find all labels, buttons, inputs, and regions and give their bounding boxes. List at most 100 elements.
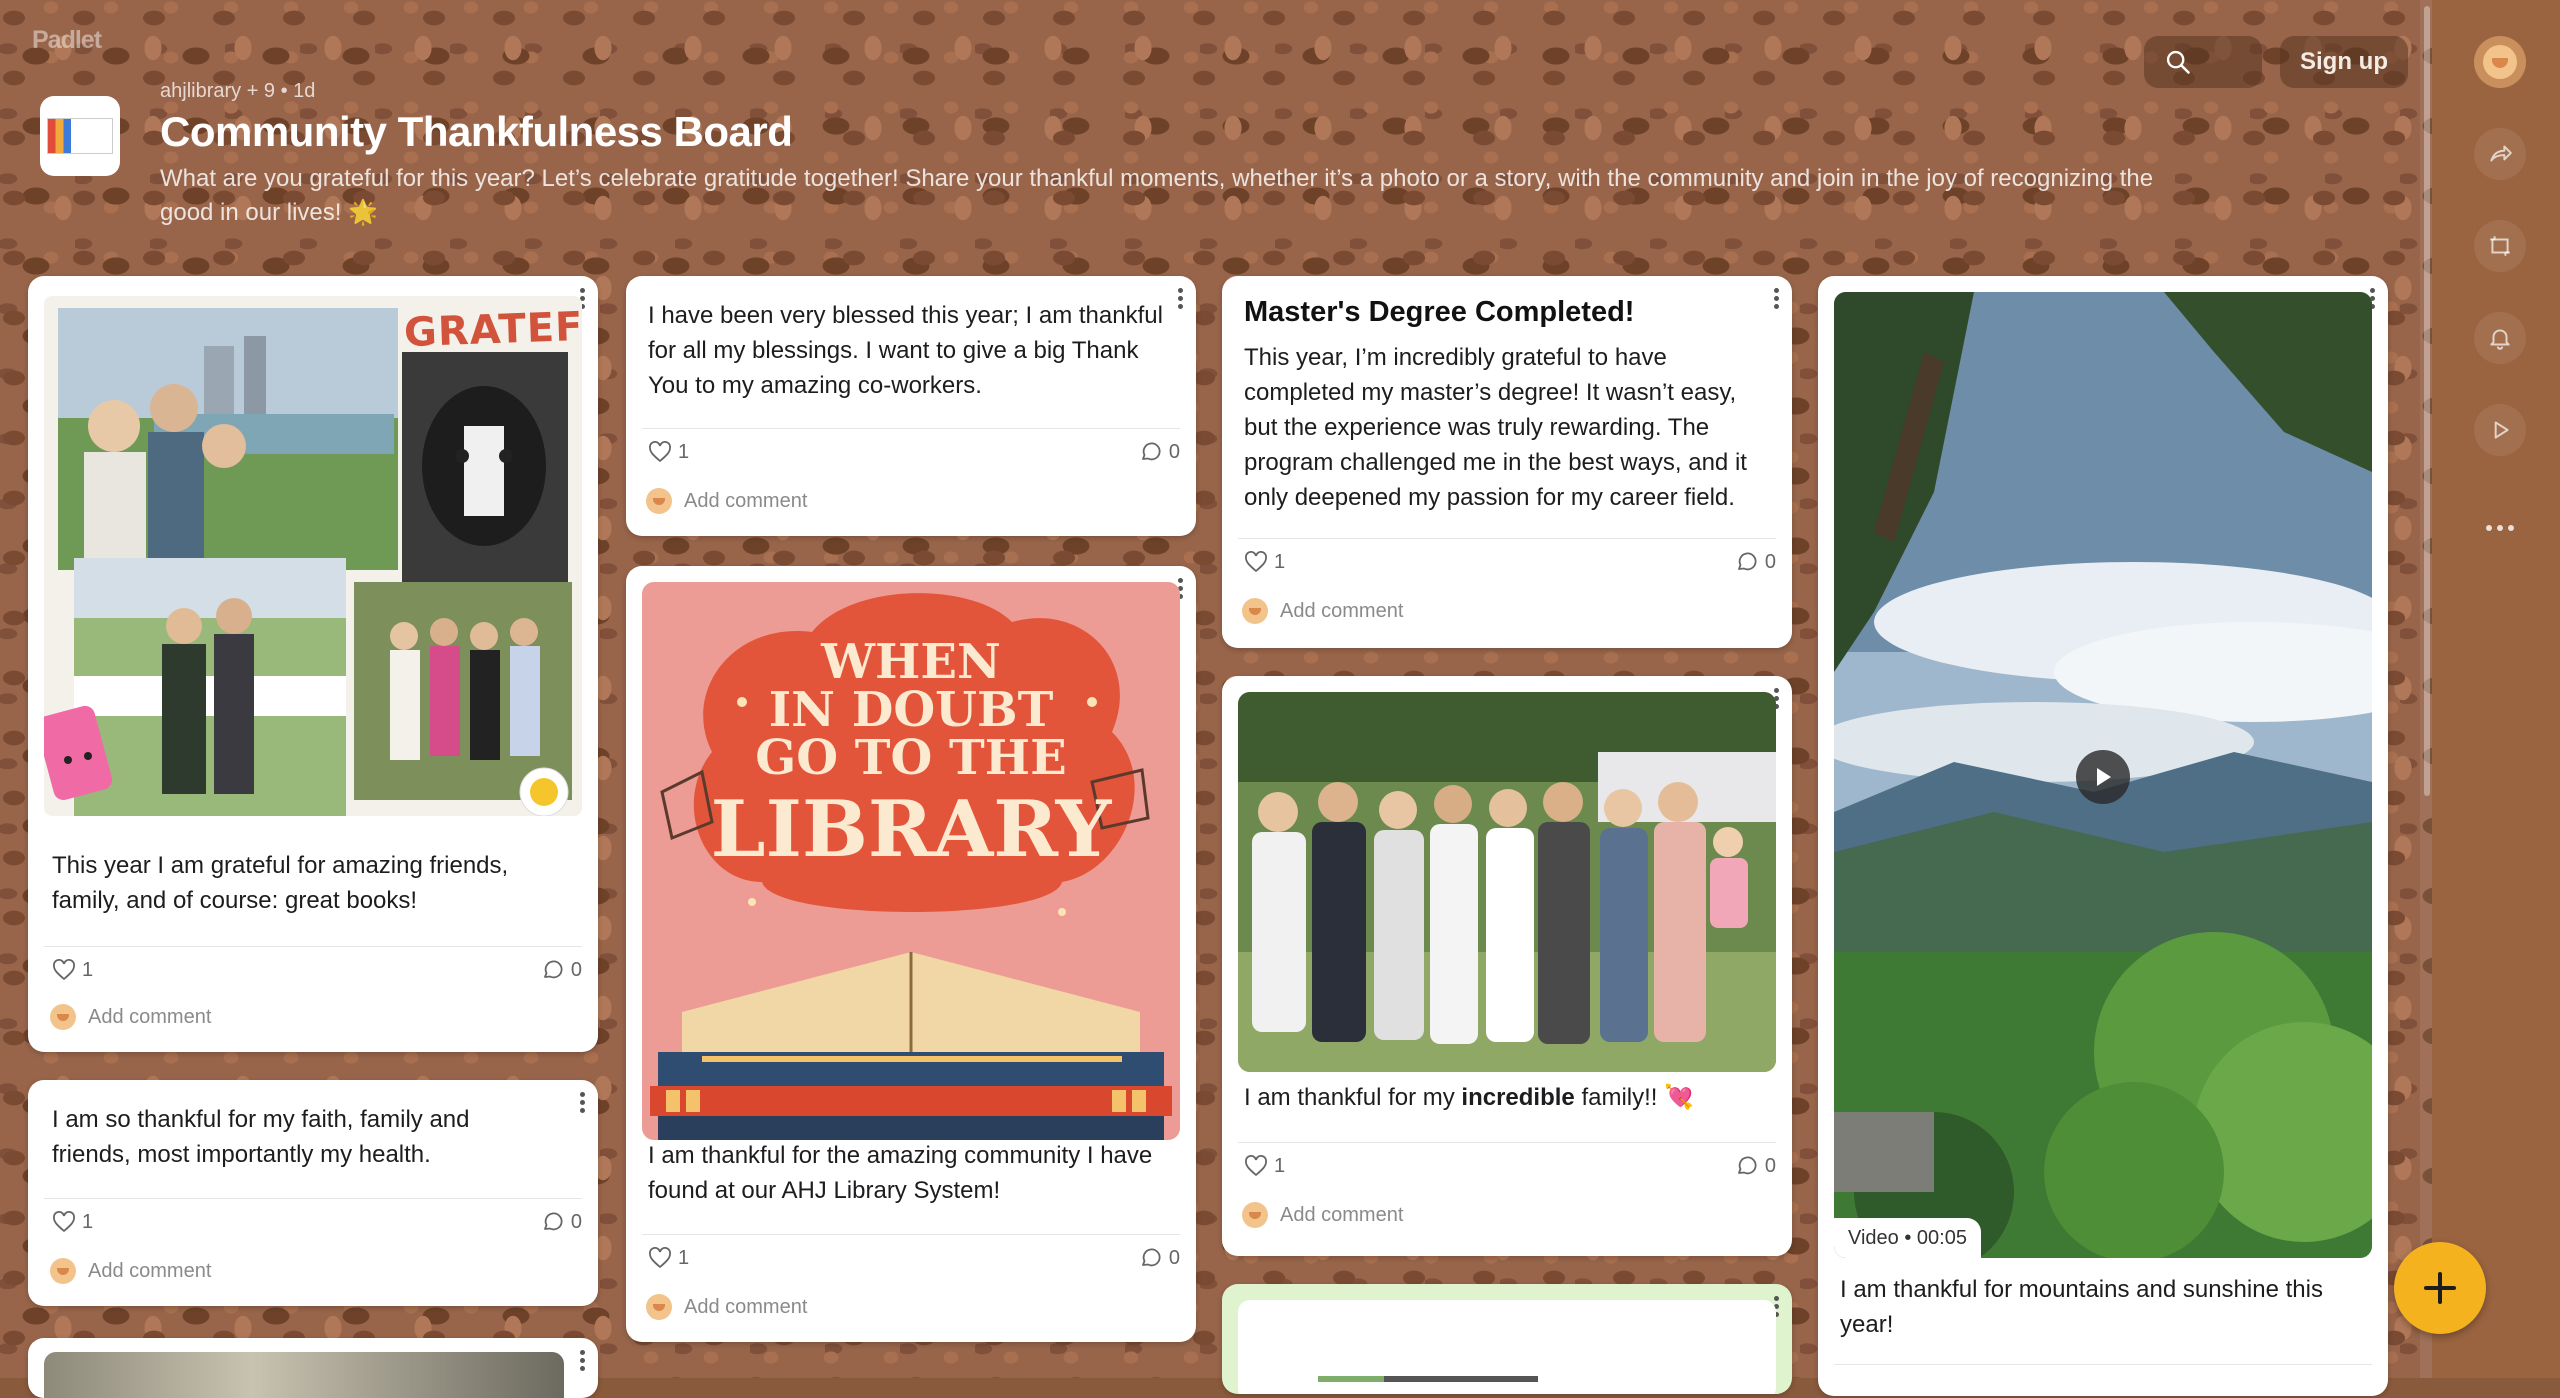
sign-up-button[interactable]: Sign up	[2280, 36, 2408, 88]
add-comment-input[interactable]: Add comment	[88, 1006, 211, 1029]
post-text: This year I am grateful for amazing frie…	[52, 852, 509, 914]
more-button[interactable]	[2474, 502, 2526, 554]
comment-icon	[543, 960, 563, 979]
post-card[interactable]	[28, 1338, 598, 1398]
avatar	[646, 1294, 672, 1320]
like-count: 1	[678, 1246, 690, 1269]
add-comment-input[interactable]: Add comment	[88, 1260, 211, 1283]
comment-icon	[1141, 442, 1161, 461]
divider	[642, 1234, 1180, 1235]
post-menu-icon[interactable]	[1176, 288, 1184, 309]
heart-icon	[1245, 551, 1267, 573]
post-menu-icon[interactable]	[578, 1092, 586, 1113]
add-comment-row[interactable]: Add comment	[646, 488, 807, 514]
like-button[interactable]: 1	[648, 440, 689, 464]
post-body	[1238, 1300, 1776, 1394]
post-text-bold: incredible	[1461, 1084, 1575, 1111]
comment-count-button[interactable]: 0	[1139, 1246, 1180, 1270]
like-count: 1	[1274, 550, 1286, 573]
add-comment-input[interactable]: Add comment	[684, 490, 807, 513]
add-comment-input[interactable]: Add comment	[1280, 600, 1403, 623]
post-text: I have been very blessed this year; I am…	[648, 302, 1163, 399]
like-count: 1	[82, 1210, 94, 1233]
avatar	[1242, 598, 1268, 624]
like-button[interactable]: 1	[648, 1246, 689, 1270]
divider	[1238, 1142, 1776, 1143]
play-icon	[2494, 421, 2509, 439]
post-card[interactable]: I am thankful for my incredible family!!…	[1222, 676, 1792, 1256]
divider	[1238, 538, 1776, 539]
remake-icon	[2490, 236, 2510, 256]
add-comment-row[interactable]: Add comment	[646, 1294, 807, 1320]
post-image-collage[interactable]: GRATEFUL	[44, 296, 582, 816]
library-logo-mark	[47, 118, 113, 154]
comment-count-button[interactable]: 0	[1139, 440, 1180, 464]
post-menu-icon[interactable]	[578, 1350, 586, 1371]
padlet-logo[interactable]: Padlet	[32, 26, 102, 55]
play-video-button[interactable]	[2076, 750, 2130, 804]
avatar	[1242, 1202, 1268, 1228]
add-post-button[interactable]	[2394, 1242, 2486, 1334]
heart-icon	[53, 1211, 75, 1233]
post-image[interactable]	[1238, 692, 1776, 1072]
share-icon	[2490, 145, 2512, 162]
post-card[interactable]: I have been very blessed this year; I am…	[626, 276, 1196, 536]
poster-line-3: GO TO THE	[755, 730, 1067, 786]
comment-count-button[interactable]: 0	[541, 958, 582, 982]
slideshow-button[interactable]	[2474, 404, 2526, 456]
like-button[interactable]: 1	[1244, 1154, 1285, 1178]
comment-icon	[1141, 1248, 1161, 1267]
divider	[44, 1198, 582, 1199]
poster-line-1: WHEN	[821, 634, 1001, 690]
add-comment-row[interactable]: Add comment	[1242, 598, 1403, 624]
post-image-edge	[1318, 1376, 1538, 1382]
add-comment-input[interactable]: Add comment	[1280, 1204, 1403, 1227]
add-comment-row[interactable]: Add comment	[50, 1004, 211, 1030]
scrollbar-thumb[interactable]	[2424, 6, 2430, 796]
add-comment-row[interactable]: Add comment	[50, 1258, 211, 1284]
add-comment-row[interactable]: Add comment	[1242, 1202, 1403, 1228]
comment-icon	[1737, 552, 1757, 571]
post-image-poster[interactable]: WHEN IN DOUBT GO TO THE LIBRARY	[642, 582, 1180, 1140]
like-button[interactable]: 1	[1244, 550, 1285, 574]
heart-icon	[649, 1247, 671, 1269]
bell-icon	[2490, 329, 2510, 350]
board-logo	[40, 96, 120, 176]
post-card[interactable]: Master's Degree Completed! This year, I’…	[1222, 276, 1792, 648]
post-card[interactable]: GRATEFUL This year I am grateful for ama…	[28, 276, 598, 1052]
post-card[interactable]: I am so thankful for my faith, family an…	[28, 1080, 598, 1306]
comment-count: 0	[1168, 1246, 1180, 1269]
post-text-part: I am thankful for my	[1244, 1084, 1462, 1111]
like-button[interactable]: 1	[52, 1210, 93, 1234]
search-icon	[2166, 50, 2190, 74]
comment-count-button[interactable]: 0	[541, 1210, 582, 1234]
notifications-button[interactable]	[2474, 312, 2526, 364]
right-sidebar	[2432, 0, 2560, 1378]
share-button[interactable]	[2474, 128, 2526, 180]
comment-count-button[interactable]: 0	[1735, 1154, 1776, 1178]
like-count: 1	[678, 440, 690, 463]
video-thumbnail[interactable]: Video • 00:05	[1834, 292, 2372, 1258]
board-description: What are you grateful for this year? Let…	[160, 165, 2154, 226]
plus-icon	[2424, 1272, 2456, 1304]
post-image[interactable]	[44, 1352, 564, 1398]
divider	[642, 428, 1180, 429]
post-card[interactable]: WHEN IN DOUBT GO TO THE LIBRARY I am tha…	[626, 566, 1196, 1342]
post-text: I am thankful for my incredible family!!…	[1244, 1080, 1774, 1115]
comment-count: 0	[570, 1210, 582, 1233]
avatar	[50, 1258, 76, 1284]
comment-count-button[interactable]: 0	[1735, 550, 1776, 574]
like-button[interactable]: 1	[52, 958, 93, 982]
post-text-part: family!! 💘	[1574, 1084, 1695, 1111]
post-menu-icon[interactable]	[1772, 288, 1780, 309]
like-count: 1	[1274, 1154, 1286, 1177]
poster-line-4: LIBRARY	[710, 784, 1112, 875]
post-card[interactable]: Video • 00:05 I am thankful for mountain…	[1818, 276, 2388, 1396]
family-photo	[1238, 692, 1776, 1072]
add-comment-input[interactable]: Add comment	[684, 1296, 807, 1319]
post-text: I am thankful for mountains and sunshine…	[1840, 1276, 2323, 1338]
collage-photo	[44, 308, 572, 816]
remake-button[interactable]	[2474, 220, 2526, 272]
search-button[interactable]	[2144, 36, 2262, 88]
user-avatar-button[interactable]	[2474, 36, 2526, 88]
